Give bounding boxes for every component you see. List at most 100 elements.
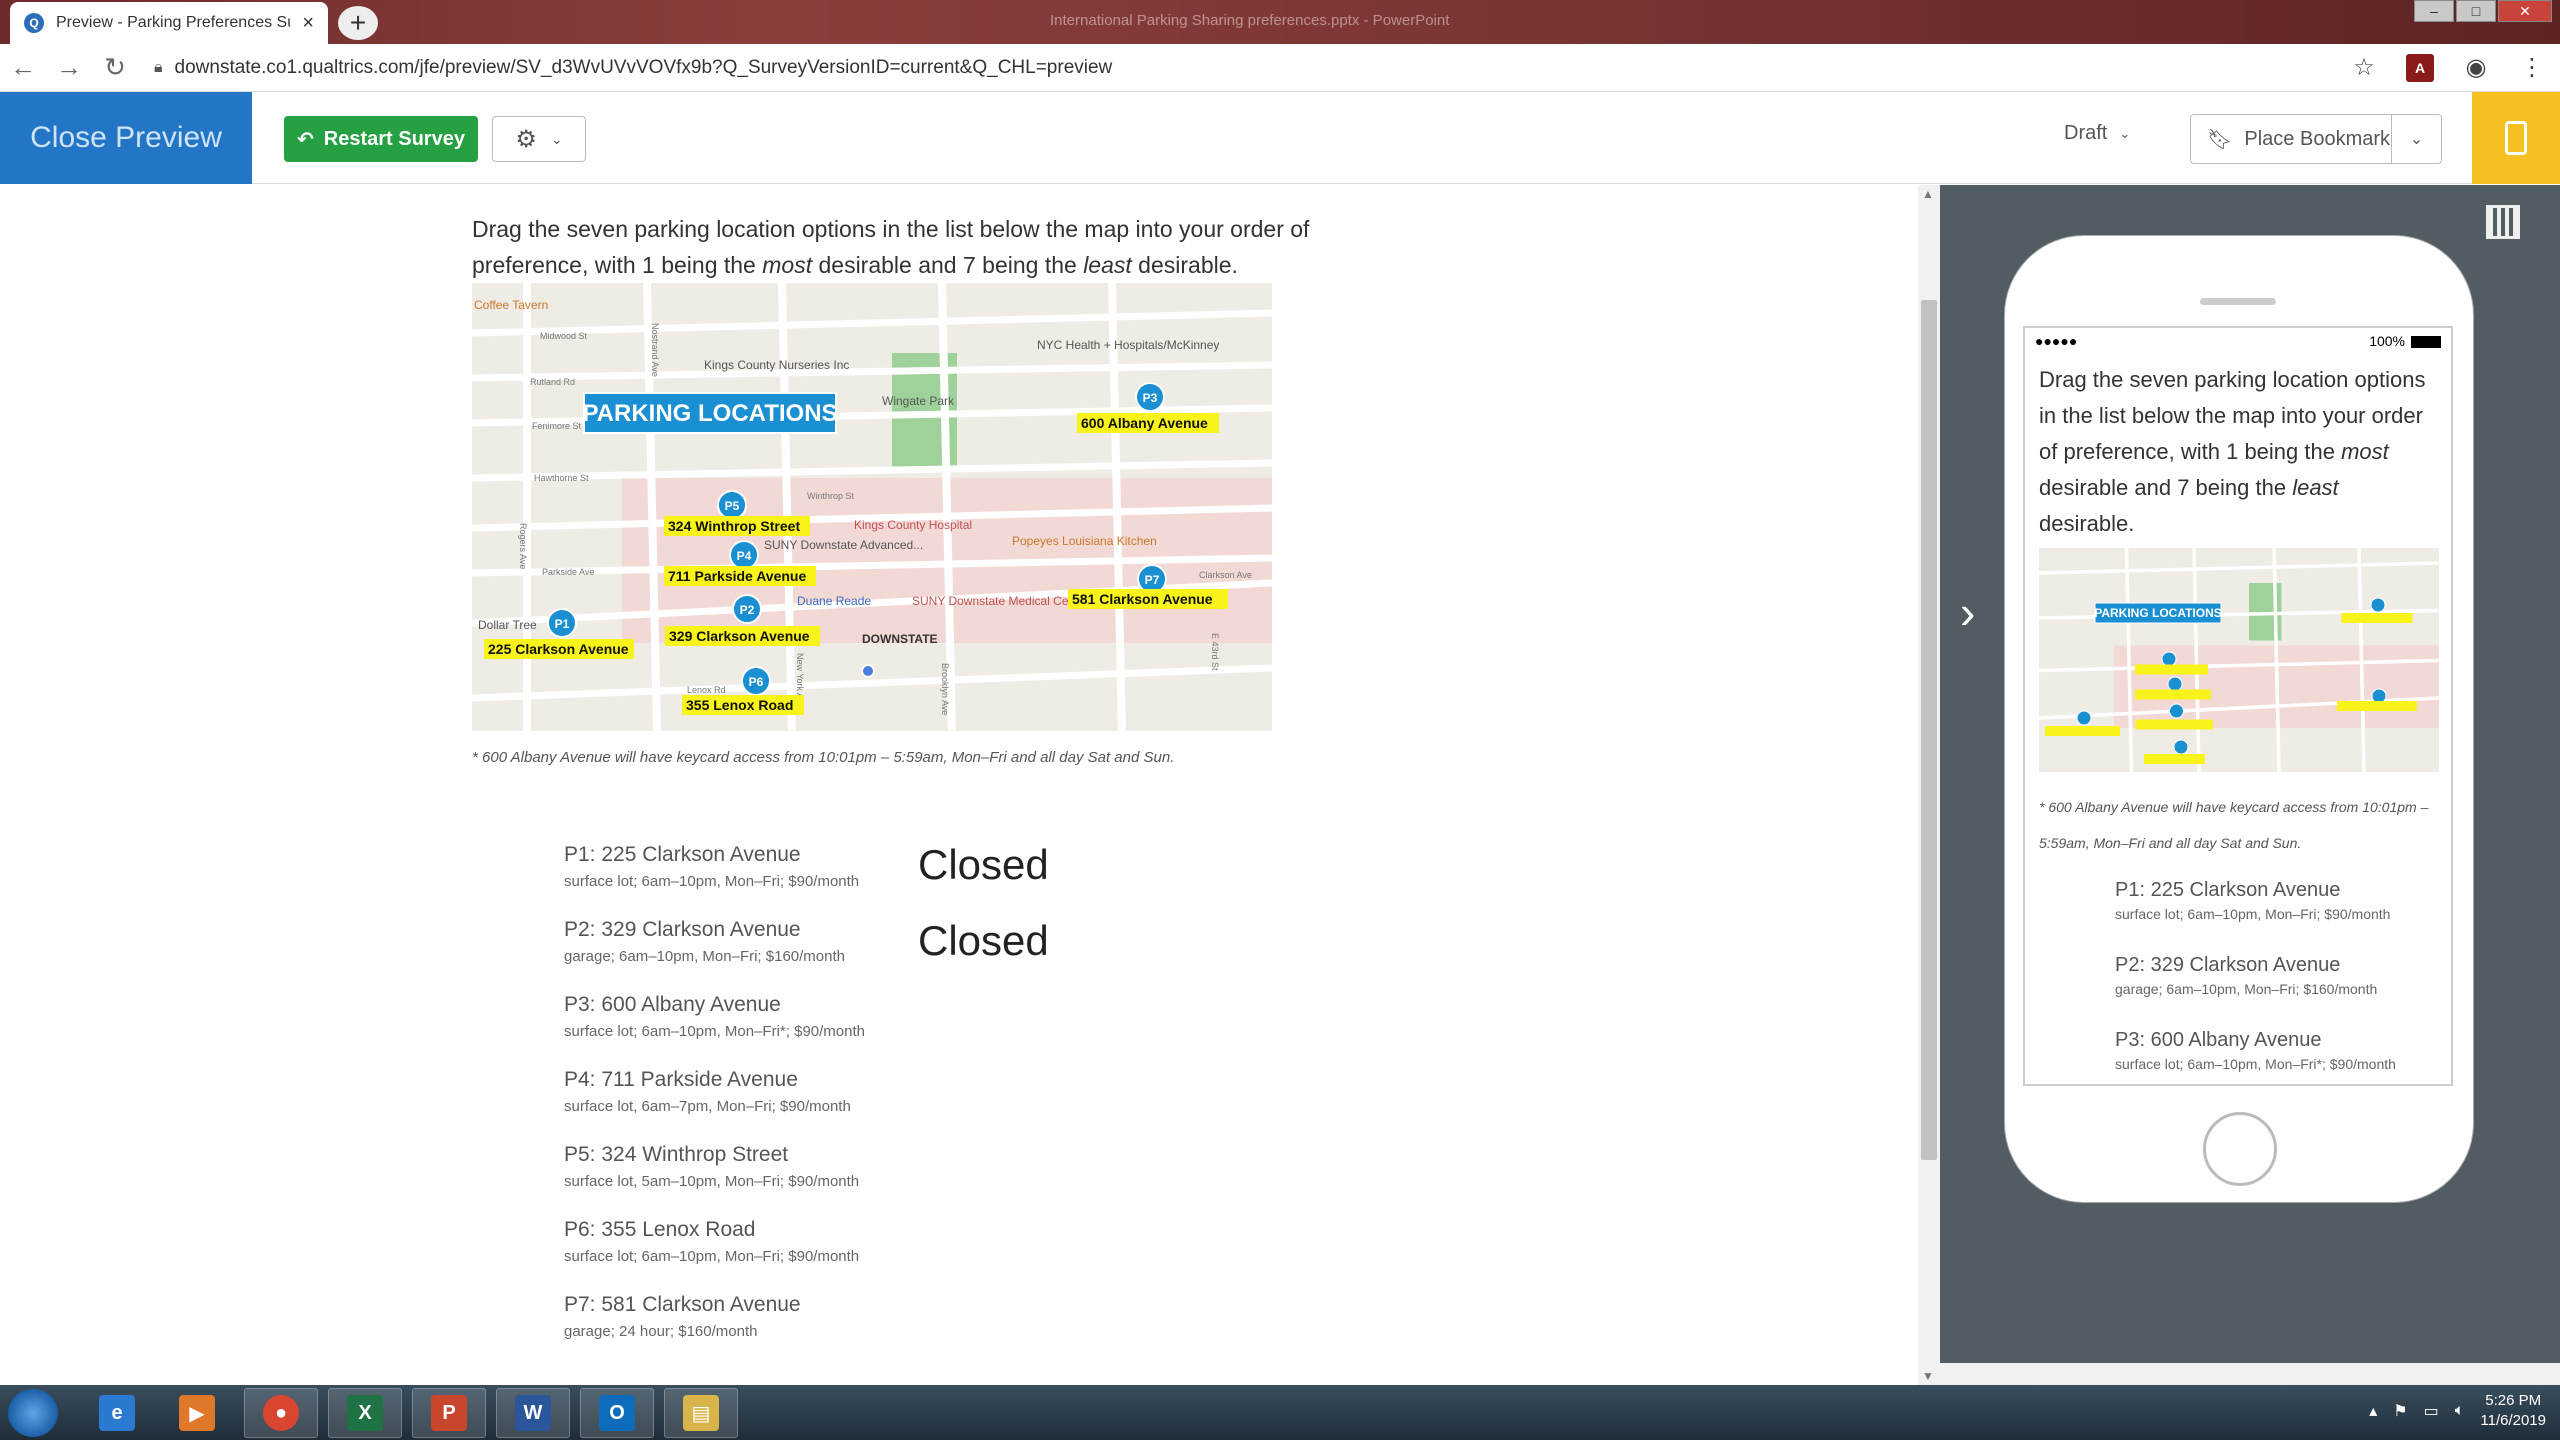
tray-expand-icon[interactable]: ▴ bbox=[2369, 1401, 2377, 1421]
street-label: Parkside Ave bbox=[542, 567, 594, 577]
taskbar-app-powerpoint[interactable]: P bbox=[412, 1388, 486, 1438]
reload-icon[interactable]: ↻ bbox=[92, 52, 138, 83]
ranking-option[interactable]: P1: 225 Clarkson Avenue surface lot; 6am… bbox=[564, 843, 1164, 918]
street-label: Lenox Rd bbox=[687, 685, 726, 695]
map-marker-id: P3 bbox=[1143, 391, 1158, 405]
chevron-down-icon: ⌄ bbox=[550, 130, 563, 147]
option-description: surface lot; 6am–10pm, Mon–Fri; $90/mont… bbox=[564, 873, 860, 890]
restart-survey-button[interactable]: ↶ Restart Survey bbox=[284, 116, 478, 162]
question-emphasis-most: most bbox=[762, 252, 813, 278]
map-marker-label: 355 Lenox Road bbox=[686, 697, 793, 713]
phone-status-bar: ●●●●● 100% bbox=[2025, 328, 2451, 354]
settings-dropdown[interactable]: ⚙ ⌄ bbox=[492, 116, 586, 162]
phone-speaker bbox=[2200, 298, 2276, 305]
street-label: Nostrand Ave bbox=[650, 323, 660, 377]
taskbar-app-excel[interactable]: X bbox=[328, 1388, 402, 1438]
mobile-ranking-option[interactable]: P2: 329 Clarkson Avenue garage; 6am–10pm… bbox=[2115, 954, 2451, 1029]
option-title: P2: 329 Clarkson Avenue bbox=[2115, 954, 2341, 976]
place-bookmark-button[interactable]: 🔖︎ Place Bookmark bbox=[2191, 127, 2391, 152]
parking-locations-map: Midwood St Rutland Rd Fenimore St Hawtho… bbox=[472, 283, 1272, 731]
ranking-option[interactable]: P5: 324 Winthrop Street surface lot, 5am… bbox=[564, 1143, 1164, 1218]
closed-annotation: Closed bbox=[918, 841, 1049, 888]
horizontal-scrollbar[interactable] bbox=[1940, 1363, 2560, 1385]
bookmark-icon: 🔖︎ bbox=[2207, 128, 2233, 151]
map-banner: PARKING LOCATIONS bbox=[582, 400, 837, 427]
scrollbar-thumb[interactable] bbox=[1921, 300, 1937, 1160]
mobile-ranking-option[interactable]: P1: 225 Clarkson Avenue surface lot; 6am… bbox=[2115, 879, 2451, 954]
chevron-right-icon[interactable]: › bbox=[1960, 585, 1975, 639]
ranking-option[interactable]: P4: 711 Parkside Avenue surface lot, 6am… bbox=[564, 1068, 1164, 1143]
bookmark-dropdown-chevron-icon[interactable]: ⌄ bbox=[2391, 115, 2441, 163]
minimize-icon[interactable]: – bbox=[2414, 0, 2454, 22]
url-field[interactable]: downstate.co1.qualtrics.com/jfe/preview/… bbox=[175, 57, 2336, 79]
chrome-menu-icon[interactable]: ⋮ bbox=[2504, 53, 2560, 82]
current-location-dot-icon bbox=[861, 664, 875, 678]
version-dropdown[interactable]: Draft ⌄ bbox=[2064, 122, 2130, 145]
action-center-flag-icon[interactable]: ⚑ bbox=[2393, 1401, 2407, 1421]
map-marker-label: 324 Winthrop Street bbox=[668, 518, 800, 534]
question-text-part: desirable. bbox=[2039, 511, 2135, 536]
version-status: Draft bbox=[2064, 122, 2108, 144]
street-label: Brooklyn Ave bbox=[940, 663, 950, 715]
street-label: Winthrop St bbox=[807, 491, 855, 501]
qr-code-icon[interactable] bbox=[2486, 205, 2520, 239]
street-label: Fenimore St bbox=[532, 421, 582, 431]
back-arrow-icon[interactable]: ← bbox=[0, 52, 46, 83]
taskbar-app-file-explorer[interactable]: ▤ bbox=[664, 1388, 738, 1438]
option-description: garage; 6am–10pm, Mon–Fri; $160/month bbox=[2115, 981, 2378, 997]
forward-arrow-icon[interactable]: → bbox=[46, 52, 92, 83]
option-title: P3: 600 Albany Avenue bbox=[564, 993, 781, 1016]
mobile-footnote: * 600 Albany Avenue will have keycard ac… bbox=[2039, 799, 2429, 851]
battery-indicator: 100% bbox=[2369, 333, 2441, 349]
taskbar-app-internet-explorer[interactable]: e bbox=[80, 1388, 154, 1438]
bookmark-star-icon[interactable]: ☆ bbox=[2336, 53, 2392, 82]
mobile-question-text: Drag the seven parking location options … bbox=[2025, 354, 2451, 542]
question-emphasis-least: least bbox=[2292, 475, 2339, 500]
network-icon[interactable]: ▭ bbox=[2424, 1401, 2439, 1421]
ranking-option[interactable]: P6: 355 Lenox Road surface lot; 6am–10pm… bbox=[564, 1218, 1164, 1293]
taskbar-app-media-player[interactable]: ▶ bbox=[160, 1388, 234, 1438]
closed-annotation: Closed bbox=[918, 917, 1049, 964]
address-bar: ← → ↻ 🔒︎ downstate.co1.qualtrics.com/jfe… bbox=[0, 44, 2560, 92]
profile-icon[interactable]: ◉ bbox=[2448, 53, 2504, 82]
battery-percent: 100% bbox=[2369, 333, 2405, 349]
ranking-option[interactable]: P2: 329 Clarkson Avenue garage; 6am–10pm… bbox=[564, 918, 1164, 993]
volume-icon[interactable]: 🔈︎ bbox=[2455, 1402, 2465, 1420]
taskbar-app-chrome[interactable]: ● bbox=[244, 1388, 318, 1438]
map-marker-label: 711 Parkside Avenue bbox=[668, 568, 806, 584]
mobile-ranking-option[interactable]: P3: 600 Albany Avenue surface lot; 6am–1… bbox=[2115, 1029, 2451, 1084]
option-description: surface lot; 6am–10pm, Mon–Fri; $90/mont… bbox=[564, 1248, 860, 1265]
option-title: P2: 329 Clarkson Avenue bbox=[564, 918, 801, 941]
vertical-scrollbar[interactable]: ▲ ▼ bbox=[1918, 185, 1940, 1385]
phone-frame: ●●●●● 100% Drag the seven parking locati… bbox=[2004, 235, 2474, 1203]
restart-arrow-icon: ↶ bbox=[297, 128, 314, 151]
new-tab-button[interactable]: + bbox=[338, 6, 378, 40]
survey-preview-area: Drag the seven parking location options … bbox=[0, 185, 1918, 1385]
lock-icon[interactable]: 🔒︎ bbox=[154, 59, 163, 77]
place-bookmark-control: 🔖︎ Place Bookmark ⌄ bbox=[2190, 114, 2442, 164]
option-description: surface lot; 6am–10pm, Mon–Fri*; $90/mon… bbox=[2115, 1056, 2396, 1072]
chevron-down-icon: ⌄ bbox=[2119, 125, 2131, 141]
phone-screen: ●●●●● 100% Drag the seven parking locati… bbox=[2023, 326, 2453, 1086]
outlook-icon: O bbox=[599, 1395, 635, 1431]
qualtrics-favicon-icon: Q bbox=[24, 13, 44, 33]
mobile-preview-toggle[interactable] bbox=[2472, 92, 2560, 184]
poi-label: Popeyes Louisiana Kitchen bbox=[1012, 534, 1157, 548]
map-marker-id: P4 bbox=[737, 549, 752, 563]
acrobat-extension-icon[interactable]: A bbox=[2406, 53, 2434, 82]
scroll-down-arrow-icon[interactable]: ▼ bbox=[1922, 1369, 1934, 1383]
ranking-option[interactable]: P3: 600 Albany Avenue surface lot; 6am–1… bbox=[564, 993, 1164, 1068]
scroll-up-arrow-icon[interactable]: ▲ bbox=[1922, 187, 1934, 201]
media-player-icon: ▶ bbox=[179, 1395, 215, 1431]
window-close-icon[interactable]: ✕ bbox=[2498, 0, 2552, 22]
maximize-icon[interactable]: □ bbox=[2456, 0, 2496, 22]
close-preview-button[interactable]: Close Preview bbox=[0, 92, 252, 184]
option-title: P1: 225 Clarkson Avenue bbox=[2115, 879, 2341, 901]
browser-tab[interactable]: Q Preview - Parking Preferences Su × bbox=[10, 2, 328, 44]
taskbar-app-outlook[interactable]: O bbox=[580, 1388, 654, 1438]
taskbar-app-word[interactable]: W bbox=[496, 1388, 570, 1438]
taskbar-clock[interactable]: 5:26 PM 11/6/2019 bbox=[2480, 1391, 2546, 1431]
windows-start-icon[interactable] bbox=[8, 1389, 58, 1437]
ranking-option[interactable]: P7: 581 Clarkson Avenue garage; 24 hour;… bbox=[564, 1293, 1164, 1368]
tab-close-icon[interactable]: × bbox=[302, 12, 314, 35]
